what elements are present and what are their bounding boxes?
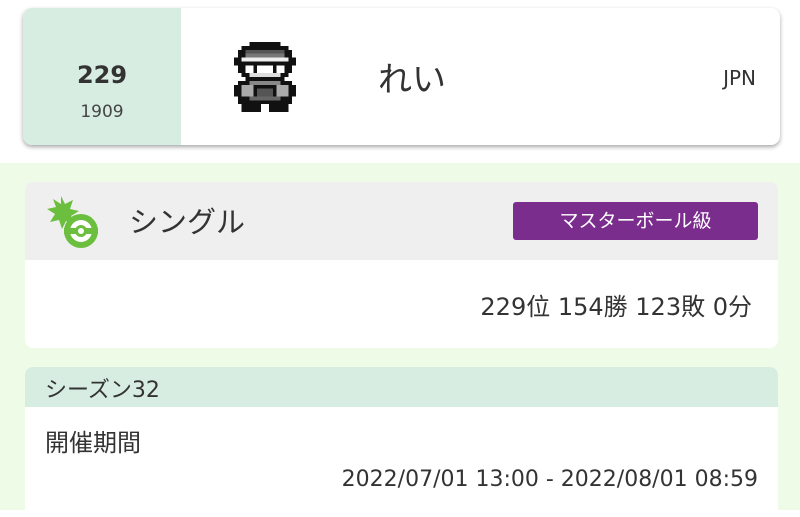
rating-value: 1909: [80, 102, 124, 122]
single-battle-icon: [43, 192, 103, 252]
period-label: 開催期間: [45, 429, 141, 457]
trainer-avatar-icon: [233, 42, 297, 112]
rank-box: 229 1909: [23, 8, 181, 145]
player-name: れい: [378, 60, 446, 100]
battle-record: 229位 154勝 123敗 0分: [480, 293, 752, 321]
player-card[interactable]: 229 1909 れい JPN: [23, 8, 780, 145]
battle-type-label: シングル: [129, 205, 246, 239]
battle-rule-header: シングル マスターボール級: [25, 182, 778, 260]
season-title: シーズン32: [45, 378, 160, 403]
country-code: JPN: [723, 66, 756, 90]
rank-number: 229: [76, 61, 128, 89]
season-card: シーズン32 開催期間 2022/07/01 13:00 - 2022/08/0…: [25, 367, 778, 517]
period-value: 2022/07/01 13:00 - 2022/08/01 08:59: [341, 467, 758, 492]
battle-rule-card: シングル マスターボール級 229位 154勝 123敗 0分: [25, 182, 778, 348]
season-header: シーズン32: [25, 367, 778, 407]
class-badge: マスターボール級: [513, 202, 758, 240]
